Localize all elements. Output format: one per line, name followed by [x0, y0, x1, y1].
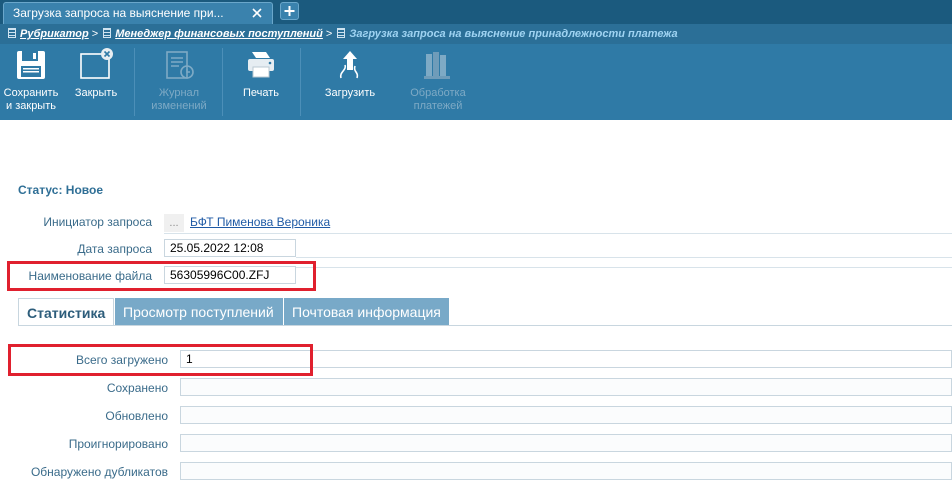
- initiator-label: Инициатор запроса: [43, 215, 152, 229]
- save-icon: [17, 51, 45, 79]
- process-payments-label-1: Обработка: [410, 87, 466, 99]
- duplicates-label: Обнаружено дубликатов: [30, 465, 168, 479]
- highlight-box: [7, 261, 316, 291]
- upload-button[interactable]: Загрузить: [316, 44, 384, 120]
- close-window-icon: [80, 48, 113, 79]
- save-and-close-label-1: Сохранить: [3, 87, 59, 99]
- tab-statistics[interactable]: Статистика: [18, 298, 114, 326]
- toolbar-divider: [222, 48, 223, 116]
- tab-view-receipts[interactable]: Просмотр поступлений: [114, 298, 283, 326]
- change-journal-label-2: изменений: [151, 100, 207, 112]
- process-payments-button[interactable]: Обработка платежей: [400, 44, 476, 120]
- breadcrumb-separator: >: [91, 28, 99, 40]
- status-text: Статус: Новое: [18, 183, 103, 197]
- toolbar-divider: [134, 48, 135, 116]
- upload-icon: [339, 51, 359, 79]
- close-label: Закрыть: [74, 87, 118, 99]
- breadcrumb-separator: >: [325, 28, 333, 40]
- breadcrumb: Рубрикатор > Менеджер финансовых поступлен…: [0, 24, 952, 44]
- save-and-close-label-2: и закрыть: [6, 100, 56, 112]
- saved-field[interactable]: [180, 378, 952, 396]
- breadcrumb-current: Загрузка запроса на выяснение принадлежн…: [349, 28, 678, 40]
- books-icon: [424, 52, 450, 79]
- save-and-close-button[interactable]: Сохранить и закрыть: [0, 44, 62, 120]
- document-tab-title: Загрузка запроса на выяснение при...: [13, 6, 224, 20]
- toolbar: Сохранить и закрыть Закрыть Журнал измен…: [0, 44, 952, 120]
- date-label: Дата запроса: [77, 242, 152, 256]
- document-icon: [103, 28, 112, 38]
- toolbar-divider: [300, 48, 301, 116]
- journal-icon: [166, 51, 194, 79]
- updated-field[interactable]: [180, 406, 952, 424]
- list-icon: [8, 28, 16, 38]
- initiator-lookup-button[interactable]: ...: [164, 214, 184, 232]
- tabs-underline: [18, 325, 952, 326]
- row-underline: [296, 257, 952, 258]
- printer-icon: [248, 52, 274, 78]
- ignored-label: Проигнорировано: [68, 437, 168, 451]
- tab-strip: Загрузка запроса на выяснение при...: [0, 0, 952, 24]
- upload-label: Загрузить: [324, 87, 376, 99]
- row-underline: [296, 267, 952, 268]
- breadcrumb-rubricator[interactable]: Рубрикатор: [20, 24, 89, 44]
- process-payments-label-2: платежей: [413, 100, 463, 112]
- print-label: Печать: [242, 87, 280, 99]
- updated-label: Обновлено: [105, 409, 168, 423]
- change-journal-button[interactable]: Журнал изменений: [142, 44, 216, 120]
- document-tab[interactable]: Загрузка запроса на выяснение при...: [3, 2, 273, 24]
- close-button[interactable]: Закрыть: [66, 44, 126, 120]
- row-underline: [164, 233, 952, 234]
- plus-icon: [284, 6, 295, 16]
- print-button[interactable]: Печать: [230, 44, 292, 120]
- close-icon[interactable]: [250, 6, 264, 20]
- tab-mail-info[interactable]: Почтовая информация: [283, 298, 449, 326]
- ignored-field[interactable]: [180, 434, 952, 452]
- change-journal-label-1: Журнал: [158, 87, 200, 99]
- add-tab-button[interactable]: [280, 2, 299, 20]
- document-icon: [337, 28, 346, 38]
- highlight-box: [8, 344, 313, 376]
- initiator-link[interactable]: БФТ Пименова Вероника: [190, 215, 330, 229]
- date-field[interactable]: 25.05.2022 12:08: [164, 239, 296, 257]
- duplicates-field[interactable]: [180, 462, 952, 480]
- breadcrumb-finance-manager[interactable]: Менеджер финансовых поступлений: [115, 24, 323, 44]
- saved-label: Сохранено: [106, 381, 168, 395]
